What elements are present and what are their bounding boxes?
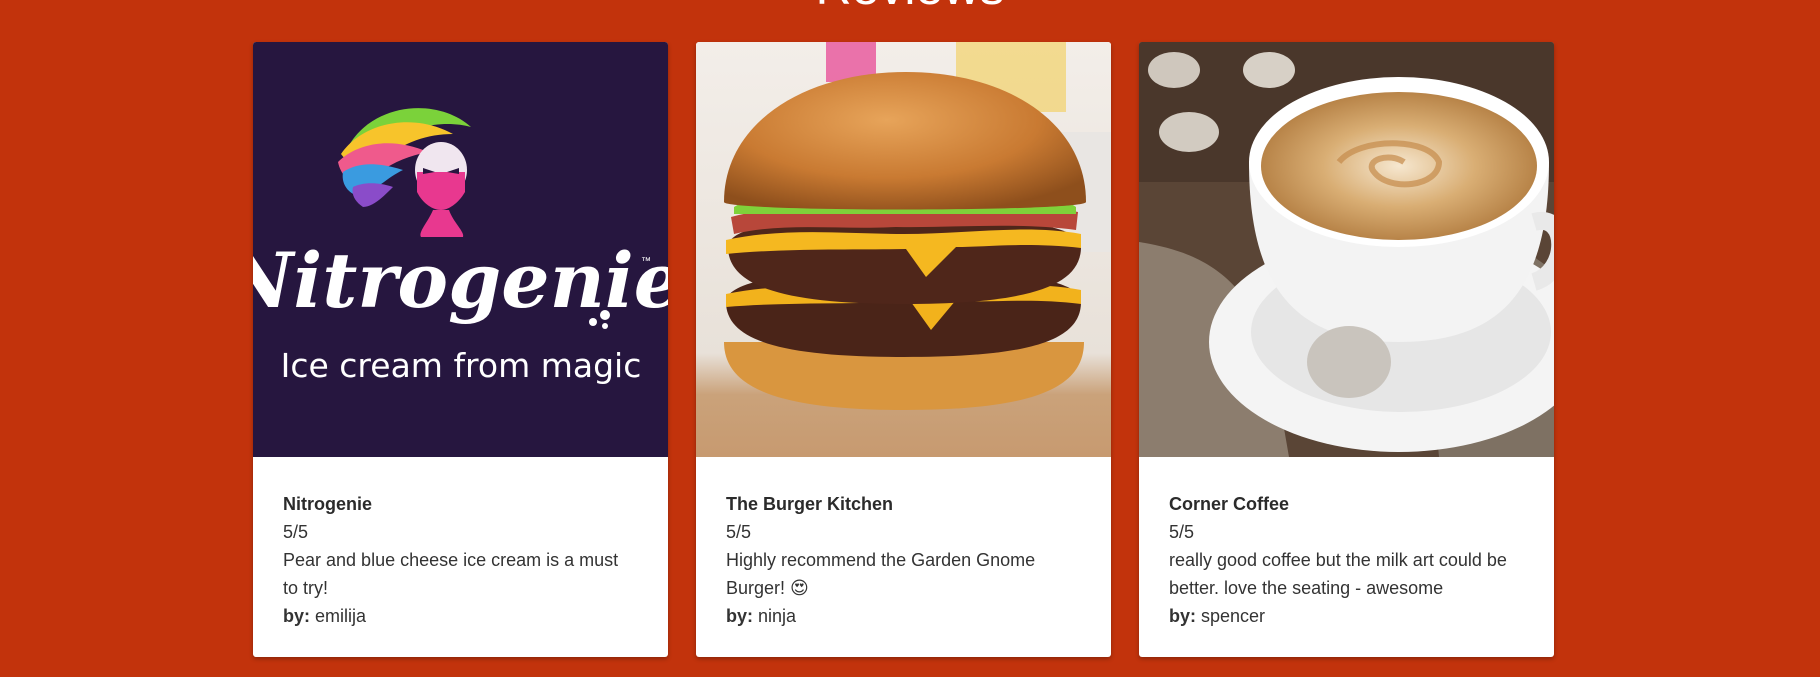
card-body: The Burger Kitchen 5/5 Highly recommend … (696, 457, 1111, 630)
card-body: Corner Coffee 5/5 really good coffee but… (1139, 457, 1554, 630)
coffee-photo (1139, 42, 1554, 457)
nitrogenie-logo-image: Nitrogenie ™ Ice cream from magic (253, 42, 668, 457)
card-title: The Burger Kitchen (726, 494, 894, 514)
page-heading: Reviews (0, 0, 1820, 12)
review-card-burger-kitchen[interactable]: The Burger Kitchen 5/5 Highly recommend … (696, 42, 1111, 657)
review-card-nitrogenie[interactable]: Nitrogenie ™ Ice cream from magic Nitrog… (253, 42, 668, 657)
card-title: Nitrogenie (283, 494, 373, 514)
card-rating: 5/5 (726, 522, 752, 542)
card-rating: 5/5 (1169, 522, 1195, 542)
card-body: Nitrogenie 5/5 Pear and blue cheese ice … (253, 457, 668, 630)
card-author: by: emilija (283, 602, 638, 630)
review-cards-grid: Nitrogenie ™ Ice cream from magic Nitrog… (253, 42, 1554, 657)
burger-photo (696, 42, 1111, 457)
card-author: by: ninja (726, 602, 1081, 630)
nitrogenie-tagline-text: Ice cream from magic (281, 346, 642, 385)
by-label: by: (726, 606, 753, 626)
reviews-page: Reviews (0, 0, 1820, 677)
card-review-text: Highly recommend the Garden Gnome Burger… (726, 550, 1036, 598)
card-rating: 5/5 (283, 522, 309, 542)
review-card-corner-coffee[interactable]: Corner Coffee 5/5 really good coffee but… (1139, 42, 1554, 657)
card-author: by: spencer (1169, 602, 1524, 630)
author-name: emilija (315, 606, 367, 626)
card-title: Corner Coffee (1169, 494, 1290, 514)
card-review-text: Pear and blue cheese ice cream is a must… (283, 550, 619, 598)
trademark-text: ™ (641, 256, 651, 267)
author-name: ninja (758, 606, 797, 626)
author-name: spencer (1201, 606, 1266, 626)
by-label: by: (283, 606, 310, 626)
card-review-text: really good coffee but the milk art coul… (1169, 550, 1507, 598)
by-label: by: (1169, 606, 1196, 626)
